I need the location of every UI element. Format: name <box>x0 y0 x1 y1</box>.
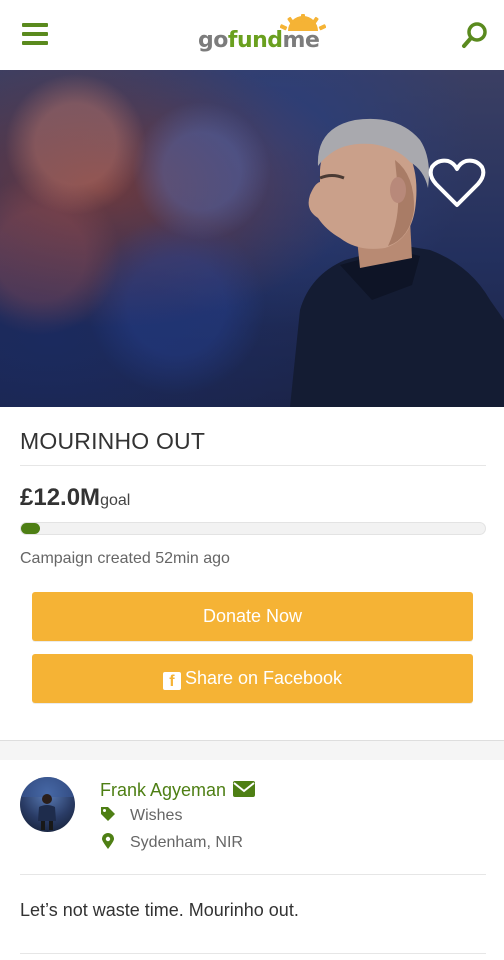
tag-icon <box>100 806 130 825</box>
share-facebook-button[interactable]: f Share on Facebook <box>32 654 473 703</box>
goal-label: goal <box>100 492 131 509</box>
location-row: Sydenham, NIR <box>100 833 243 852</box>
created-time: Campaign created 52min ago <box>20 550 230 567</box>
logo-go: go <box>198 28 228 53</box>
progress-fill <box>21 523 40 534</box>
search-icon[interactable] <box>460 20 490 50</box>
progress-bar <box>20 522 486 535</box>
share-label: Share on Facebook <box>184 668 343 688</box>
category-label[interactable]: Wishes <box>130 807 182 824</box>
campaign-title: MOURINHO OUT <box>20 428 206 454</box>
donate-button[interactable]: Donate Now <box>32 592 473 641</box>
gofundme-logo[interactable]: gofundme <box>198 14 338 58</box>
divider <box>20 874 486 875</box>
amount-raised: £12.0Mgoal <box>20 484 130 512</box>
organizer-name[interactable]: Frank Agyeman <box>100 780 226 800</box>
logo-fund: fund <box>227 28 283 53</box>
divider <box>20 465 486 466</box>
map-marker-icon <box>100 833 130 852</box>
menu-icon[interactable] <box>22 23 48 45</box>
avatar[interactable] <box>20 777 75 832</box>
person-photo <box>290 118 504 407</box>
heart-icon[interactable] <box>428 157 486 209</box>
campaign-hero-image <box>0 70 504 407</box>
donate-label: Donate Now <box>202 606 303 626</box>
amount-value: £12.0M <box>20 484 101 511</box>
envelope-icon[interactable] <box>233 781 256 797</box>
organizer-name-row: Frank Agyeman <box>100 780 256 801</box>
campaign-story: Let’s not waste time. Mourinho out. <box>20 900 299 920</box>
top-bar: gofundme <box>0 0 504 70</box>
avatar-figure <box>20 777 75 830</box>
divider <box>20 953 486 954</box>
category-row: Wishes <box>100 806 182 825</box>
section-divider <box>0 740 504 760</box>
location-label: Sydenham, NIR <box>130 834 243 851</box>
facebook-icon: f <box>162 672 181 690</box>
logo-text: gofundme <box>198 28 320 53</box>
logo-me: me <box>282 28 320 53</box>
